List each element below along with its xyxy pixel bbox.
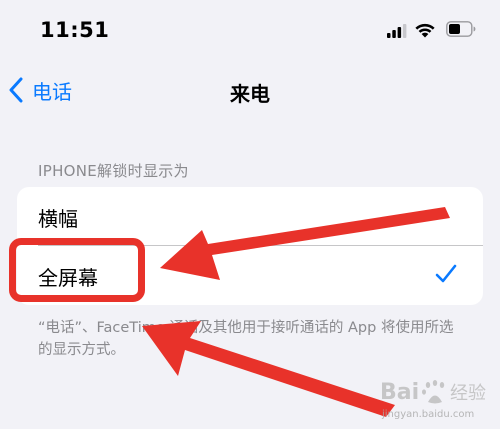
option-full-screen[interactable]: 全屏幕	[17, 246, 483, 304]
svg-text:经验: 经验	[450, 383, 486, 404]
section-footer: “电话”、FaceTime 通话及其他用于接听通话的 App 将使用所选的显示方…	[38, 320, 454, 358]
cellular-signal-icon	[387, 24, 407, 38]
option-banner[interactable]: 横幅	[17, 187, 483, 246]
checkmark-icon	[435, 264, 457, 283]
svg-text:Bai: Bai	[380, 380, 419, 405]
watermark: Bai 经验 jingyan.baidu.com	[378, 373, 496, 425]
option-label: 全屏幕	[38, 266, 98, 290]
display-option-group: 横幅 全屏幕	[17, 187, 483, 305]
watermark-url: jingyan.baidu.com	[382, 409, 475, 420]
wifi-icon	[415, 23, 435, 38]
option-label: 横幅	[38, 207, 78, 231]
status-bar: 11:51	[0, 0, 500, 60]
page-title: 来电	[230, 82, 270, 106]
baidu-jingyan-logo-icon: Bai 经验	[380, 380, 486, 405]
battery-icon	[446, 21, 476, 37]
section-header: IPHONE解锁时显示为	[38, 162, 189, 180]
navigation-bar: 电话 来电	[0, 68, 500, 112]
status-time: 11:51	[40, 18, 110, 42]
